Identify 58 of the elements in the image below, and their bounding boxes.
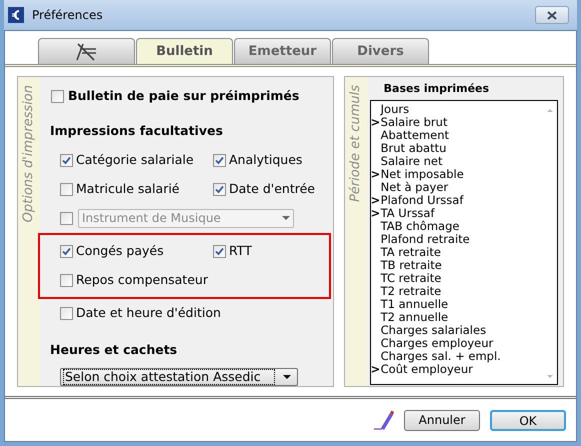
tab[interactable]: Bulletin (136, 38, 233, 64)
list-item[interactable]: >TA Urssaf (370, 206, 543, 220)
list-item[interactable]: >Net imposable (370, 168, 543, 180)
hours-dropdown[interactable]: Selon choix attestation Assedic (60, 368, 298, 386)
list-item[interactable]: Charges sal. + empl. (370, 350, 543, 362)
checkbox[interactable] (213, 154, 226, 166)
checkbox[interactable] (60, 154, 73, 166)
checkbox[interactable] (60, 306, 73, 320)
app-icon (8, 7, 24, 23)
list-item[interactable]: Plafond retraite (370, 232, 543, 246)
dialog-button[interactable]: Annuler (404, 410, 480, 430)
list-item[interactable]: Salaire net (370, 154, 543, 168)
checkbox[interactable] (60, 244, 73, 258)
checkbox-label: Congés payés (76, 242, 164, 260)
dialog-button[interactable]: OK (490, 410, 566, 430)
window-title: Préférences (32, 7, 104, 24)
tab[interactable]: Emetteur (234, 38, 331, 64)
pencil-icon (372, 409, 394, 431)
list-title: Bases imprimées (382, 81, 490, 97)
list-item[interactable]: Brut abattu (370, 142, 543, 154)
section-heading: Impressions facultatives (50, 122, 224, 140)
checkbox[interactable] (51, 90, 64, 103)
checkbox[interactable] (213, 244, 226, 258)
side-label: Options d'impression (20, 85, 38, 222)
list-item[interactable]: TC retraite (370, 272, 543, 284)
tab[interactable]: Divers (332, 38, 429, 64)
list-item[interactable]: T1 annuelle (370, 298, 543, 310)
side-label: Période et cumuls (346, 85, 364, 202)
checkbox-label: Date d'entrée (229, 180, 315, 198)
checkbox-label: RTT (229, 242, 252, 260)
caret-icon (283, 375, 291, 380)
list-item[interactable]: TB retraite (370, 258, 543, 272)
checkbox[interactable] (60, 274, 73, 286)
list-item[interactable]: TAB chômage (370, 220, 543, 232)
checkbox-label: Analytiques (229, 150, 302, 169)
checkbox-label: Repos compensateur (76, 270, 208, 289)
list-item[interactable]: >Plafond Urssaf (370, 194, 543, 206)
checkbox[interactable] (213, 182, 226, 196)
close-button[interactable] (535, 6, 569, 24)
list-item[interactable]: Charges salariales (370, 324, 543, 336)
list-item[interactable]: >Coût employeur (370, 362, 543, 376)
list-item[interactable]: Net à payer (370, 180, 543, 194)
list-item[interactable]: Jours (370, 102, 543, 116)
section-heading: Heures et cachets (50, 340, 178, 358)
checkbox-label: Matricule salarié (76, 180, 180, 198)
checkbox-label: Bulletin de paie sur préimprimés (68, 87, 300, 105)
caret-icon (282, 216, 290, 220)
list-item[interactable]: >Salaire brut (370, 116, 543, 128)
list-item[interactable]: Abattement (370, 128, 543, 142)
checkbox[interactable] (60, 182, 73, 196)
close-icon (547, 10, 557, 20)
list-item[interactable]: T2 retraite (370, 284, 543, 298)
icon-tab[interactable] (38, 38, 135, 64)
list-item[interactable]: T2 annuelle (370, 310, 543, 324)
checkbox-label: Date et heure d'édition (76, 304, 221, 322)
checkbox-label: Catégorie salariale (76, 150, 194, 169)
list-item[interactable]: Charges employeur (370, 336, 543, 350)
list-item[interactable]: TA retraite (370, 246, 543, 258)
